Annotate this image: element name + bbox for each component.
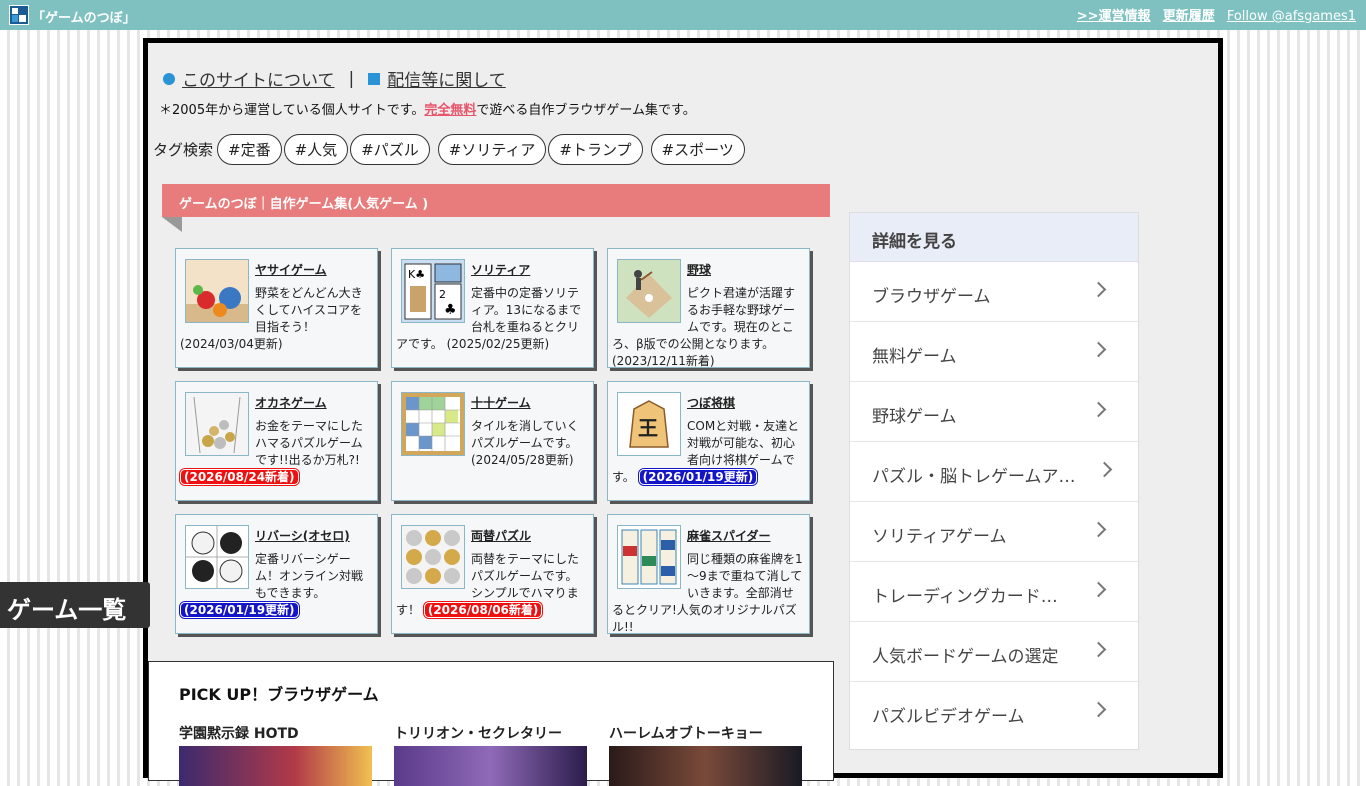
pickup-item-title[interactable]: ハーレムオブトーキョー bbox=[609, 723, 763, 743]
sidebar-item-label: パズルビデオゲーム bbox=[872, 707, 1025, 727]
svg-text:王: 王 bbox=[638, 416, 658, 440]
reversi-thumbnail[interactable] bbox=[185, 525, 249, 589]
sidebar-header: 詳細を見る bbox=[850, 213, 1138, 262]
operation-info-link[interactable]: >>運営情報 bbox=[1077, 9, 1151, 24]
site-logo-icon[interactable] bbox=[9, 5, 29, 25]
chevron-right-icon bbox=[1090, 281, 1107, 298]
site-intro: ＊2005年から運営している個人サイトです。完全無料で遊べる自作ブラウザゲーム集… bbox=[159, 99, 696, 118]
about-links: このサイトについて | 配信等に関して bbox=[163, 66, 506, 91]
game-card-jujuu[interactable]: 十十ゲーム タイルを消していくパズルゲームです。(2024/05/28更新) bbox=[391, 381, 594, 501]
pickup-section: PICK UP！ブラウザゲーム 学園黙示録 HOTD トリリオン・セクレタリー … bbox=[148, 661, 834, 786]
game-card-reversi[interactable]: リバーシ(オセロ) 定番リバーシゲーム！オンライン対戦もできます。 (2026/0… bbox=[175, 514, 378, 634]
square-bullet-icon bbox=[368, 72, 381, 85]
mahjong-spider-thumbnail[interactable] bbox=[617, 525, 681, 589]
sidebar-item-baseball-games[interactable]: 野球ゲーム bbox=[850, 382, 1138, 442]
game-description: 定番リバーシゲーム！オンライン対戦もできます。 bbox=[255, 552, 364, 600]
tag-solitaire[interactable]: #ソリティア bbox=[437, 133, 547, 165]
chevron-right-icon bbox=[1090, 701, 1107, 718]
sidebar-item-label: ブラウザゲーム bbox=[872, 287, 991, 307]
sidebar-item-board-games[interactable]: 人気ボードゲームの選定 bbox=[850, 622, 1138, 682]
new-badge: (2026/08/06新着) bbox=[423, 602, 543, 618]
game-list-side-tab[interactable]: ゲーム一覧 bbox=[0, 582, 150, 628]
game-card-solitaire[interactable]: K♣ 2 ♣ ソリティア 定番中の定番ソリティア。13になるまで台札を重ねるとクリア… bbox=[391, 248, 594, 368]
svg-text:2: 2 bbox=[439, 288, 446, 301]
game-description: タイルを消していくパズルゲームです。(2024/05/28更新) bbox=[471, 419, 579, 467]
tag-trump[interactable]: #トランプ bbox=[548, 133, 643, 165]
follow-twitter-link[interactable]: Follow @afsgames1 bbox=[1227, 9, 1356, 24]
game-card-mahjong-spider[interactable]: 麻雀スパイダー 同じ種類の麻雀牌を1～9まで重ねて消していきます。全部消せるとク… bbox=[607, 514, 810, 634]
svg-text:♣: ♣ bbox=[444, 302, 457, 318]
sidebar-item-label: 野球ゲーム bbox=[872, 407, 957, 427]
header-fold-decoration bbox=[162, 217, 182, 232]
pickup-banner-image[interactable] bbox=[609, 746, 802, 786]
ryougae-thumbnail[interactable] bbox=[401, 525, 465, 589]
sidebar-item-label: 無料ゲーム bbox=[872, 347, 957, 367]
update-badge: (2026/01/19更新) bbox=[638, 469, 758, 485]
chevron-right-icon bbox=[1090, 521, 1107, 538]
okane-thumbnail[interactable] bbox=[185, 392, 249, 456]
sidebar-item-browser-games[interactable]: ブラウザゲーム bbox=[850, 262, 1138, 322]
pickup-item-title[interactable]: 学園黙示録 HOTD bbox=[179, 723, 299, 743]
jujuu-thumbnail[interactable] bbox=[401, 392, 465, 456]
sidebar-item-label: 人気ボードゲームの選定 bbox=[872, 647, 1059, 667]
pickup-title: PICK UP！ブラウザゲーム bbox=[179, 685, 379, 704]
game-description: お金をテーマにしたハマるパズルゲームです!!出るか万札?! bbox=[255, 419, 364, 467]
sidebar-item-label: ソリティアゲーム bbox=[872, 527, 1007, 547]
game-card-shogi[interactable]: 王 つぼ将棋 COMと対戦・友達と対戦が可能な、初心者向け将棋ゲームです。 (2… bbox=[607, 381, 810, 501]
game-card-okane[interactable]: オカネゲーム お金をテーマにしたハマるパズルゲームです!!出るか万札?! (202… bbox=[175, 381, 378, 501]
game-card-baseball[interactable]: 野球 ピクト君達が活躍するお手軽な野球ゲームです。現在のところ、β版での公開とな… bbox=[607, 248, 810, 368]
distribution-link[interactable]: 配信等に関して bbox=[387, 71, 506, 91]
sidebar-item-puzzle-video-games[interactable]: パズルビデオゲーム bbox=[850, 682, 1138, 742]
intro-text-after: で遊べる自作ブラウザゲーム集です。 bbox=[476, 103, 696, 118]
baseball-thumbnail[interactable] bbox=[617, 259, 681, 323]
update-history-link[interactable]: 更新履歴 bbox=[1163, 9, 1215, 24]
game-card-yasai[interactable]: ヤサイゲーム 野菜をどんどん大きくしてハイスコアを目指そう！(2024/03/0… bbox=[175, 248, 378, 368]
sidebar-item-trading-cards[interactable]: トレーディングカード… bbox=[850, 562, 1138, 622]
site-title[interactable]: 「ゲームのつぼ」 bbox=[32, 7, 136, 26]
sidebar-item-label: パズル・脳トレゲームア… bbox=[872, 467, 1076, 487]
tag-puzzle[interactable]: #パズル bbox=[350, 133, 430, 165]
circle-bullet-icon bbox=[163, 72, 175, 85]
game-list-header: ゲームのつぼ｜自作ゲーム集(人気ゲーム ) bbox=[162, 184, 830, 217]
new-badge: (2026/08/24新着) bbox=[180, 469, 299, 485]
solitaire-thumbnail[interactable]: K♣ 2 ♣ bbox=[401, 259, 465, 323]
tag-sports[interactable]: #スポーツ bbox=[650, 133, 745, 165]
chevron-right-icon bbox=[1090, 641, 1107, 658]
update-badge: (2026/01/19更新) bbox=[180, 602, 299, 618]
pickup-item-title[interactable]: トリリオン・セクレタリー bbox=[394, 723, 562, 743]
sidebar-item-free-games[interactable]: 無料ゲーム bbox=[850, 322, 1138, 382]
details-sidebar: 詳細を見る ブラウザゲーム 無料ゲーム 野球ゲーム パズル・脳トレゲームア… ソ… bbox=[849, 212, 1139, 750]
top-links: >>運営情報 更新履歴 Follow @afsgames1 bbox=[1069, 5, 1356, 24]
pickup-banner-image[interactable] bbox=[179, 746, 372, 786]
intro-free-highlight[interactable]: 完全無料 bbox=[424, 103, 476, 118]
svg-text:K♣: K♣ bbox=[408, 268, 425, 281]
chevron-right-icon bbox=[1090, 341, 1107, 358]
game-card-ryougae[interactable]: 両替パズル 両替をテーマにしたパズルゲームです。シンプルでハマります！ (202… bbox=[391, 514, 594, 634]
intro-text-before: ＊2005年から運営している個人サイトです。 bbox=[159, 103, 425, 118]
sidebar-item-solitaire-games[interactable]: ソリティアゲーム bbox=[850, 502, 1138, 562]
tag-popular[interactable]: #人気 bbox=[283, 133, 349, 165]
tag-search-label: タグ検索 bbox=[153, 140, 214, 159]
sidebar-item-label: トレーディングカード… bbox=[872, 587, 1058, 607]
chevron-right-icon bbox=[1096, 461, 1113, 478]
chevron-right-icon bbox=[1090, 581, 1107, 598]
tag-standard[interactable]: #定番 bbox=[217, 133, 282, 165]
sidebar-item-puzzle-games[interactable]: パズル・脳トレゲームア… bbox=[850, 442, 1138, 502]
chevron-right-icon bbox=[1090, 401, 1107, 418]
pickup-banner-image[interactable] bbox=[394, 746, 587, 786]
top-bar: 「ゲームのつぼ」 >>運営情報 更新履歴 Follow @afsgames1 bbox=[0, 0, 1366, 30]
yasai-thumbnail[interactable] bbox=[185, 259, 249, 323]
about-separator: | bbox=[348, 68, 355, 89]
shogi-thumbnail[interactable]: 王 bbox=[617, 392, 681, 456]
about-site-link[interactable]: このサイトについて bbox=[182, 71, 335, 91]
tag-search: タグ検索 #定番 #人気 #パズル #ソリティア #トランプ #スポーツ bbox=[153, 133, 747, 165]
